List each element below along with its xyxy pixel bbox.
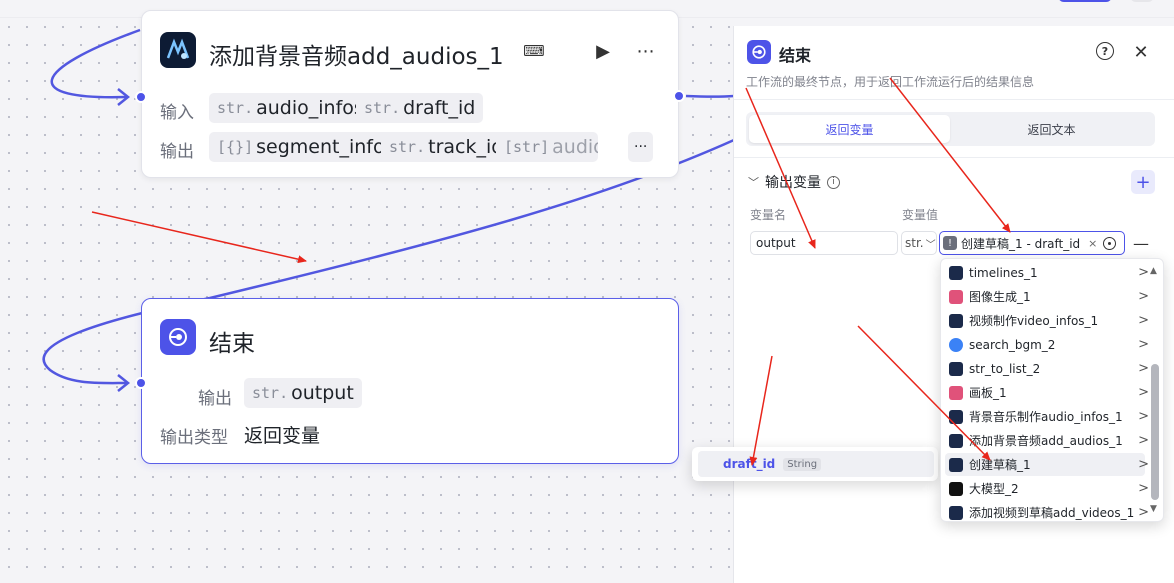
help-icon[interactable]: ? — [1096, 42, 1114, 60]
output-chip-truncated: [str]audio_i — [496, 132, 598, 162]
output-kind-label: 输出类型 — [160, 428, 228, 448]
type-badge: String — [783, 457, 822, 471]
add-variable-button[interactable]: + — [1131, 170, 1155, 194]
scroll-thumb[interactable] — [1151, 364, 1159, 500]
node-icon — [949, 481, 963, 496]
node-ref-dropdown: timelines_1 > 图像生成_1 > 视频制作video_infos_1 > … — [940, 258, 1164, 522]
output-chip: str. output — [244, 378, 362, 408]
field-option[interactable]: draft_id String — [698, 451, 934, 477]
wire-right-out — [685, 94, 735, 98]
wire-loop-arrow-top — [117, 88, 131, 106]
plugin-icon[interactable]: ⌨ — [523, 41, 545, 61]
input-label: 输入 — [160, 103, 194, 123]
column-name-label: 变量名 — [750, 208, 787, 222]
more-outputs-button[interactable]: ··· — [628, 132, 654, 162]
output-kind-value: 返回变量 — [244, 425, 321, 447]
node-title: 添加背景音频add_audios_1 — [209, 44, 504, 70]
annotation-arrow — [91, 211, 307, 264]
dropdown-item[interactable]: str_to_list_2 > — [945, 357, 1149, 380]
wire-loop-top — [50, 28, 141, 99]
dropdown-item-highlighted[interactable]: 创建草稿_1 > — [945, 453, 1149, 476]
dropdown-item[interactable]: 视频制作video_infos_1 > — [945, 309, 1149, 332]
panel-description: 工作流的最终节点，用于返回工作流运行后的结果信息 — [746, 75, 1035, 89]
dropdown-item[interactable]: timelines_1 > — [945, 261, 1149, 284]
capcut-icon — [160, 32, 196, 68]
tab-return-variable[interactable]: 返回变量 — [749, 115, 950, 143]
node-icon — [949, 361, 963, 376]
dropdown-item[interactable]: 画板_1 > — [945, 381, 1149, 404]
dropdown-item[interactable]: 图像生成_1 > — [945, 285, 1149, 308]
close-icon[interactable]: ✕ — [1131, 42, 1151, 63]
wire-loop-arrow-bottom — [117, 374, 131, 392]
end-icon — [747, 40, 771, 64]
node-icon — [949, 457, 963, 472]
end-icon — [160, 319, 196, 355]
dropdown-item[interactable]: 添加视频到草稿add_videos_1 > — [945, 501, 1149, 524]
run-icon[interactable]: ▶ — [593, 41, 613, 62]
output-label: 输出 — [198, 389, 232, 409]
node-icon — [949, 385, 963, 400]
output-label: 输出 — [160, 142, 194, 162]
info-icon[interactable]: i — [827, 175, 840, 189]
dropdown-item[interactable]: 背景音乐制作audio_infos_1 > — [945, 405, 1149, 428]
input-port[interactable] — [135, 91, 147, 103]
remove-variable-button[interactable]: — — [1131, 233, 1151, 253]
more-icon[interactable]: ⋯ — [636, 41, 656, 62]
node-title: 结束 — [209, 331, 255, 357]
output-port[interactable] — [673, 90, 685, 102]
top-action-button[interactable] — [1058, 0, 1112, 2]
dropdown-item[interactable]: search_bgm_2 > — [945, 333, 1149, 356]
output-chip: str. track_id — [381, 132, 512, 162]
input-chip: str. audio_infos — [209, 93, 372, 123]
input-chip: str. draft_id — [356, 93, 484, 123]
input-port[interactable] — [135, 377, 147, 389]
chevron-down-icon[interactable]: ﹀ — [748, 174, 759, 190]
column-value-label: 变量值 — [902, 208, 939, 222]
node-icon — [949, 433, 963, 448]
clear-icon[interactable]: × — [1088, 237, 1097, 250]
variable-name-input[interactable]: output — [750, 231, 898, 255]
node-icon — [949, 265, 963, 280]
mode-tabs: 返回变量 返回文本 — [746, 112, 1155, 146]
panel-title: 结束 — [779, 46, 812, 65]
node-icon — [949, 505, 963, 520]
dropdown-item[interactable]: 大模型_2 > — [945, 477, 1149, 500]
tab-return-text[interactable]: 返回文本 — [951, 115, 1152, 143]
scroll-up-icon[interactable]: ▲ — [1150, 266, 1157, 276]
target-icon[interactable] — [1103, 236, 1117, 250]
variable-type-select[interactable]: str. ﹀ — [901, 231, 937, 255]
divider — [734, 157, 1174, 158]
end-node[interactable]: 结束 输出 str. output 输出类型 返回变量 — [141, 298, 679, 464]
warning-icon: ! — [943, 236, 957, 250]
node-icon — [949, 313, 963, 328]
scroll-down-icon[interactable]: ▼ — [1150, 504, 1157, 514]
top-secondary-button[interactable] — [1130, 0, 1154, 2]
output-variables-header[interactable]: ﹀ 输出变量 i — [748, 172, 840, 192]
variable-ref-select[interactable]: ! 创建草稿_1 - draft_id × — [939, 231, 1125, 255]
node-icon — [949, 337, 963, 352]
output-chip: [{}] segment_infos — [209, 132, 403, 162]
chevron-down-icon: ﹀ — [925, 239, 936, 251]
dropdown-item[interactable]: 添加背景音频add_audios_1 > — [945, 429, 1149, 452]
divider — [734, 99, 1174, 100]
add-audios-node[interactable]: 添加背景音频add_audios_1 ⌨ ▶ ⋯ 输入 str. audio_in… — [141, 10, 679, 178]
node-icon — [949, 289, 963, 304]
node-icon — [949, 409, 963, 424]
field-popover: draft_id String — [692, 447, 938, 481]
